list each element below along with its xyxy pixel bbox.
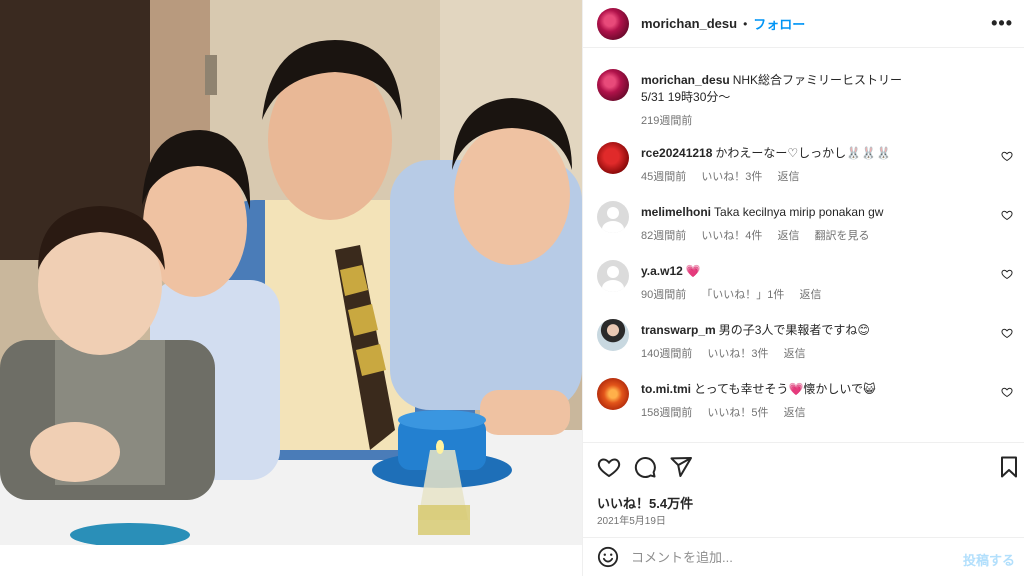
comment-avatar[interactable] bbox=[597, 319, 629, 351]
comment-username[interactable]: rce20241218 bbox=[641, 146, 712, 160]
heart-icon[interactable] bbox=[1001, 268, 1013, 280]
heart-icon[interactable] bbox=[1001, 150, 1013, 162]
family-photo-image bbox=[0, 0, 582, 545]
comment-time[interactable]: 82週間前 bbox=[641, 230, 686, 242]
post-header: morichan_desu • フォロー ••• bbox=[583, 0, 1024, 48]
author-avatar[interactable] bbox=[597, 7, 629, 40]
heart-icon[interactable] bbox=[1001, 327, 1013, 339]
comment-time[interactable]: 90週間前 bbox=[641, 289, 686, 301]
comment-avatar[interactable] bbox=[597, 201, 629, 233]
comment-text: とっても幸せそう💗懐かしいで😺 bbox=[694, 382, 876, 396]
reply-button[interactable]: 返信 bbox=[800, 289, 822, 301]
comment-likes[interactable]: いいね！4件 bbox=[701, 230, 762, 242]
comment-bubble-icon[interactable] bbox=[633, 455, 657, 479]
comment-username[interactable]: melimelhoni bbox=[641, 205, 711, 219]
caption-username[interactable]: morichan_desu bbox=[641, 73, 730, 87]
comment-username[interactable]: to.mi.tmi bbox=[641, 382, 691, 396]
post-comment-button[interactable]: 投稿する bbox=[963, 550, 1015, 569]
share-paper-plane-icon[interactable] bbox=[669, 455, 693, 479]
comment-time[interactable]: 158週間前 bbox=[641, 407, 692, 419]
caption-text-line2: 5/31 19時30分〜 bbox=[641, 90, 731, 104]
comment-username[interactable]: y.a.w12 bbox=[641, 264, 683, 278]
comment-avatar[interactable] bbox=[597, 378, 629, 410]
post-detail-panel: morichan_desu • フォロー ••• morichan_desu NH… bbox=[582, 0, 1024, 576]
post-photo[interactable] bbox=[0, 0, 582, 576]
translate-button[interactable]: 翻訳を見る bbox=[815, 230, 870, 242]
more-horizontal-icon[interactable]: ••• bbox=[991, 13, 1013, 34]
caption-time[interactable]: 219週間前 bbox=[641, 115, 692, 127]
reply-button[interactable]: 返信 bbox=[784, 407, 806, 419]
like-heart-icon[interactable] bbox=[597, 455, 621, 479]
likes-count[interactable]: いいね！5.4万件 bbox=[597, 493, 693, 512]
comment-likes[interactable]: 「いいね！」1件 bbox=[701, 289, 784, 301]
comment-text: 💗 bbox=[685, 264, 701, 278]
heart-icon[interactable] bbox=[1001, 386, 1013, 398]
comment-username[interactable]: transwarp_m bbox=[641, 323, 716, 337]
comment-time[interactable]: 45週間前 bbox=[641, 171, 686, 183]
comment-text: Taka kecilnya mirip ponakan gw bbox=[714, 205, 884, 219]
post-actions: いいね！5.4万件 2021年5月19日 bbox=[583, 442, 1024, 534]
comments-list[interactable]: morichan_desu NHK総合ファミリーヒストリー 5/31 19時30分… bbox=[583, 49, 1024, 442]
caption-text-line1: NHK総合ファミリーヒストリー bbox=[732, 73, 903, 87]
follow-button[interactable]: フォロー bbox=[753, 14, 805, 33]
bookmark-icon[interactable] bbox=[997, 455, 1021, 479]
comment-likes[interactable]: いいね！3件 bbox=[707, 348, 768, 360]
comment-likes[interactable]: いいね！3件 bbox=[701, 171, 762, 183]
post-date[interactable]: 2021年5月19日 bbox=[597, 512, 666, 527]
caption-avatar[interactable] bbox=[597, 69, 629, 101]
add-comment-bar: 投稿する bbox=[583, 537, 1024, 576]
comment-likes[interactable]: いいね！5件 bbox=[707, 407, 768, 419]
default-user-icon bbox=[602, 266, 624, 292]
comment-avatar[interactable] bbox=[597, 260, 629, 292]
reply-button[interactable]: 返信 bbox=[778, 171, 800, 183]
reply-button[interactable]: 返信 bbox=[778, 230, 800, 242]
comment-input[interactable] bbox=[631, 549, 951, 565]
comment-time[interactable]: 140週間前 bbox=[641, 348, 692, 360]
heart-icon[interactable] bbox=[1001, 209, 1013, 221]
comment-text: かわえーなー♡しっかし🐰🐰🐰 bbox=[715, 146, 892, 160]
comment-text: 男の子3人で果報者ですね😊 bbox=[718, 323, 870, 337]
comment-avatar[interactable] bbox=[597, 142, 629, 174]
author-username[interactable]: morichan_desu bbox=[641, 16, 737, 31]
default-user-icon bbox=[602, 207, 624, 233]
header-separator: • bbox=[743, 16, 748, 31]
reply-button[interactable]: 返信 bbox=[784, 348, 806, 360]
emoji-icon[interactable] bbox=[597, 546, 619, 568]
